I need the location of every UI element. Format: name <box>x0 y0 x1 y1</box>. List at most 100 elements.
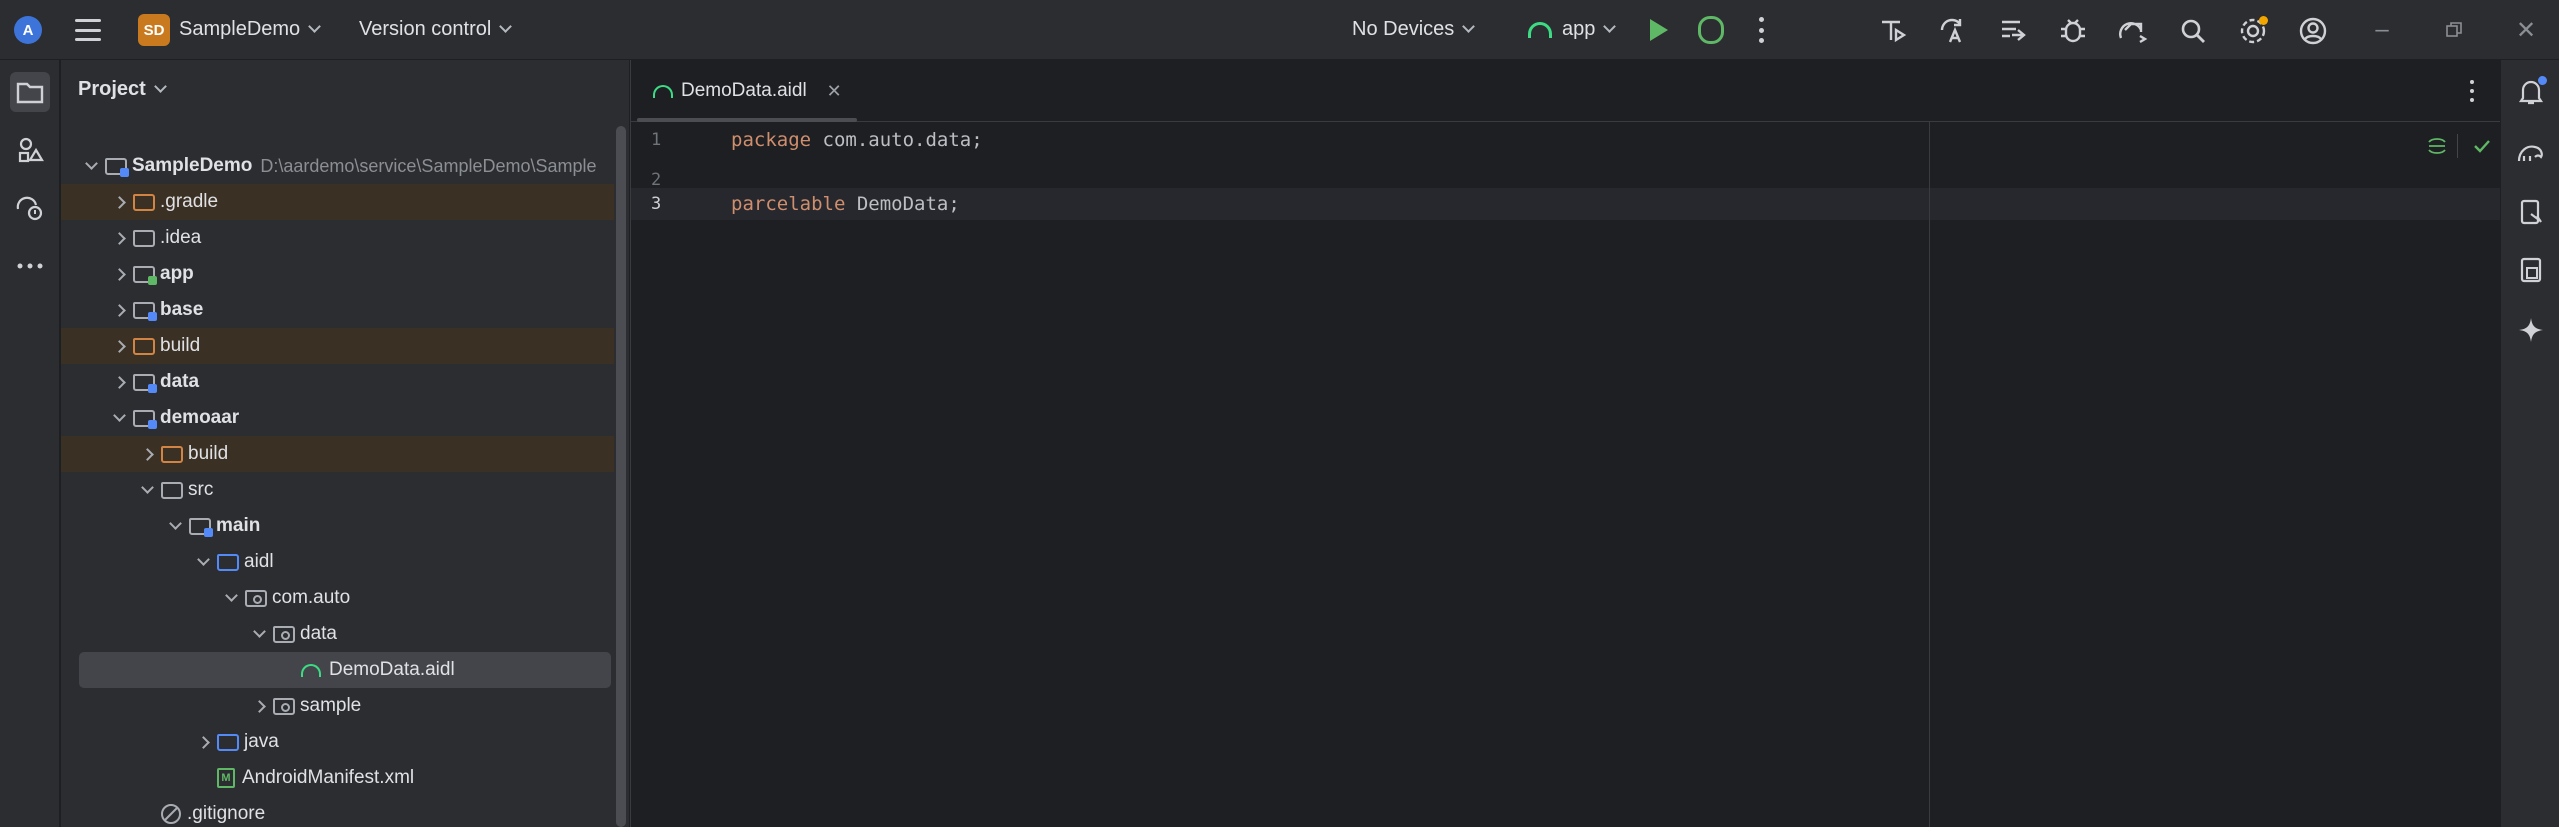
run-icon[interactable] <box>1650 19 1668 41</box>
chevron-down-icon[interactable] <box>249 624 269 644</box>
device-explorer-icon[interactable] <box>2511 250 2551 290</box>
project-badge[interactable]: SD <box>138 14 170 46</box>
manifest-file-icon: M <box>217 768 235 788</box>
tree-item[interactable]: .gradle <box>61 184 614 220</box>
main-menu-icon[interactable] <box>74 19 102 41</box>
device-mirroring-icon[interactable] <box>2116 14 2150 48</box>
tree-item[interactable]: base <box>61 292 614 328</box>
tree-item[interactable]: com.auto <box>61 580 614 616</box>
restore-window-icon[interactable] <box>2440 16 2468 44</box>
chevron-right-icon[interactable] <box>109 300 129 320</box>
chevron-down-icon[interactable] <box>221 588 241 608</box>
chevron-right-icon[interactable] <box>249 696 269 716</box>
chevron-down-icon[interactable] <box>165 516 185 536</box>
tree-item-label: DemoData.aidl <box>329 659 455 680</box>
excluded-folder-icon <box>133 337 155 355</box>
module-folder-icon <box>133 301 157 321</box>
tree-item[interactable]: M AndroidManifest.xml <box>61 760 614 796</box>
line-number: 1 <box>651 130 662 150</box>
sync-icon[interactable] <box>1996 14 2030 48</box>
chevron-right-icon[interactable] <box>193 732 213 752</box>
tree-item-label: main <box>216 515 261 536</box>
more-tool-windows-icon[interactable] <box>10 246 50 286</box>
tab-actions-icon[interactable] <box>2470 80 2476 102</box>
tree-item-label: app <box>160 263 194 284</box>
tree-item-label: build <box>160 335 201 356</box>
minimize-window-icon[interactable]: – <box>2368 16 2396 44</box>
tree-item[interactable]: sample <box>61 688 614 724</box>
chevron-down-icon[interactable] <box>81 156 101 176</box>
devices-label: No Devices <box>1352 18 1455 40</box>
notifications-icon[interactable] <box>2511 72 2551 112</box>
package-folder-icon <box>273 625 295 643</box>
code-keyword: parcelable <box>731 193 846 215</box>
close-window-icon[interactable]: ✕ <box>2512 16 2540 44</box>
tree-item-label: base <box>160 299 204 320</box>
tree-item[interactable]: data <box>61 364 614 400</box>
device-selector[interactable]: No Devices <box>1352 18 1476 41</box>
tree-item[interactable]: java <box>61 724 614 760</box>
chevron-right-icon[interactable] <box>109 192 129 212</box>
notification-badge-icon <box>2538 76 2547 85</box>
project-panel-title: Project <box>78 78 146 100</box>
chevron-down-icon <box>1462 20 1476 33</box>
tree-item[interactable]: main <box>61 508 614 544</box>
gemini-sparkle-icon[interactable] <box>2511 310 2551 350</box>
tree-item[interactable]: SampleDemo D:\aardemo\service\SampleDemo\… <box>61 148 614 184</box>
project-tree-scrollbar[interactable] <box>616 126 626 827</box>
profiler-icon[interactable] <box>1876 14 1910 48</box>
chevron-right-icon[interactable] <box>109 372 129 392</box>
tree-item[interactable]: .idea <box>61 220 614 256</box>
tree-item[interactable]: demoaar <box>61 400 614 436</box>
no-problems-check-icon[interactable] <box>2468 132 2496 160</box>
tree-item[interactable]: app <box>61 256 614 292</box>
tree-item-label: data <box>160 371 200 392</box>
settings-gear-icon[interactable] <box>2236 14 2270 48</box>
tree-item[interactable]: aidl <box>61 544 614 580</box>
tree-item[interactable]: DemoData.aidl <box>79 652 611 688</box>
tree-item-label: data <box>300 623 337 644</box>
code-line[interactable]: parcelable DemoData; <box>731 188 960 220</box>
run-configuration-selector[interactable]: app <box>1528 18 1617 41</box>
translate-icon[interactable] <box>1936 14 1970 48</box>
chevron-right-icon[interactable] <box>109 228 129 248</box>
close-tab-icon[interactable]: ✕ <box>827 81 842 102</box>
project-view-selector[interactable]: Project <box>78 78 167 101</box>
resource-manager-icon[interactable] <box>10 130 50 170</box>
chevron-right-icon[interactable] <box>109 336 129 356</box>
gradle-icon[interactable] <box>2511 132 2551 172</box>
attach-debugger-icon[interactable] <box>2056 14 2090 48</box>
code-keyword: package <box>731 129 812 151</box>
tree-item[interactable]: src <box>61 472 614 508</box>
chevron-down-icon[interactable] <box>109 408 129 428</box>
device-manager-icon[interactable] <box>10 188 50 228</box>
code-text: DemoData; <box>845 193 960 215</box>
app-logo-icon[interactable]: A <box>14 16 42 44</box>
tree-item[interactable]: build <box>61 328 614 364</box>
update-badge-icon <box>2259 16 2268 25</box>
project-tool-icon[interactable] <box>10 72 50 112</box>
debug-icon[interactable] <box>1698 16 1724 44</box>
chevron-right-icon[interactable] <box>137 444 157 464</box>
chevron-down-icon[interactable] <box>137 480 157 500</box>
tree-item[interactable]: .gitignore <box>61 796 614 827</box>
project-switcher[interactable]: SampleDemo <box>179 18 322 41</box>
account-icon[interactable] <box>2296 14 2330 48</box>
version-control-menu[interactable]: Version control <box>359 18 513 41</box>
excluded-folder-icon <box>133 193 155 211</box>
ai-assistant-icon[interactable] <box>2423 132 2451 160</box>
code-line[interactable]: package com.auto.data; <box>731 124 983 156</box>
search-icon[interactable] <box>2176 14 2210 48</box>
tree-item[interactable]: build <box>61 436 614 472</box>
chevron-right-icon[interactable] <box>109 264 129 284</box>
android-icon <box>1528 21 1552 38</box>
more-actions-icon[interactable] <box>1758 17 1764 43</box>
editor-tab-demodata[interactable]: DemoData.aidl ✕ <box>631 60 857 122</box>
inspection-divider <box>2457 134 2458 158</box>
tree-item[interactable]: data <box>61 616 614 652</box>
running-devices-icon[interactable] <box>2511 192 2551 232</box>
tree-item-label: java <box>244 731 279 752</box>
chevron-down-icon[interactable] <box>193 552 213 572</box>
